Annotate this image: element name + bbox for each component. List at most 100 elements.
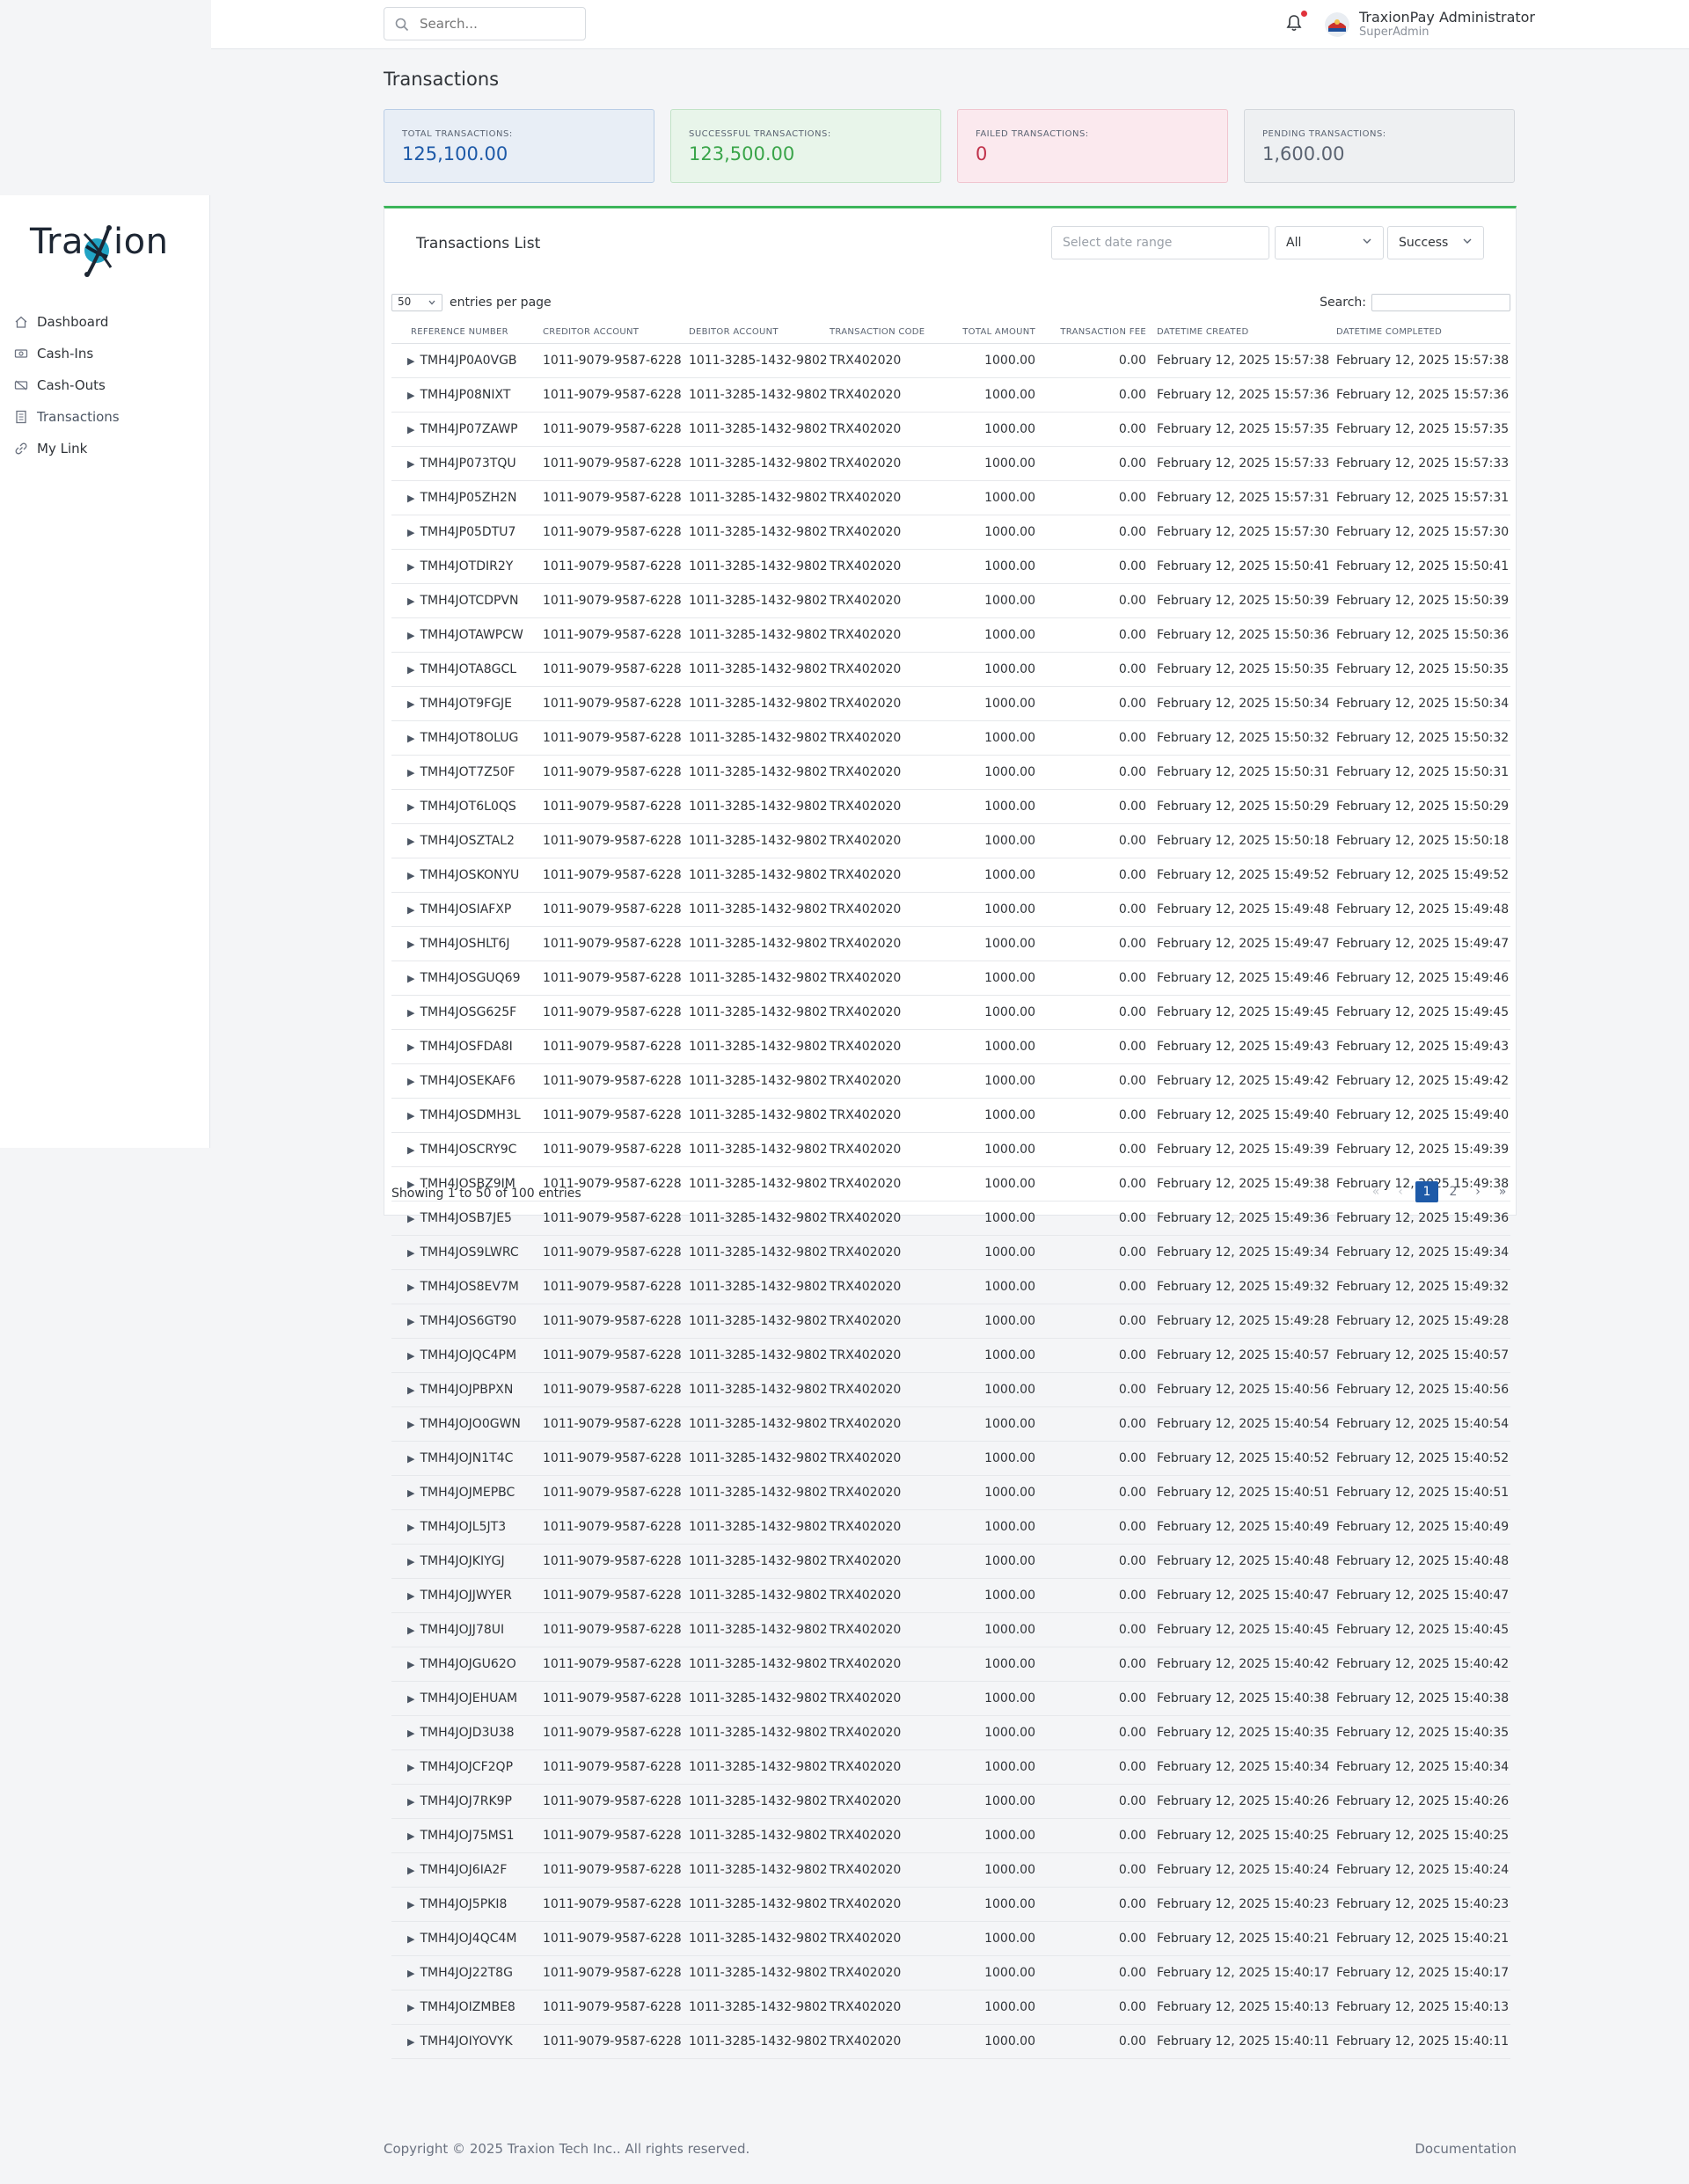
expand-row-icon[interactable]: ▶ xyxy=(407,1419,414,1430)
type-filter-select[interactable]: All xyxy=(1275,226,1384,259)
table-row[interactable]: ▶ TMH4JOJJWYER 1011-9079-9587-6228 1011-328… xyxy=(391,1578,1510,1613)
column-header[interactable]: CREDITOR ACCOUNT xyxy=(539,320,685,344)
table-row[interactable]: ▶ TMH4JOJ75MS1 1011-9079-9587-6228 1011-328… xyxy=(391,1818,1510,1853)
expand-row-icon[interactable]: ▶ xyxy=(407,1041,414,1053)
expand-row-icon[interactable]: ▶ xyxy=(407,698,414,710)
table-row[interactable]: ▶ TMH4JOT8OLUG 1011-9079-9587-6228 1011-328… xyxy=(391,720,1510,756)
expand-row-icon[interactable]: ▶ xyxy=(407,836,414,847)
table-row[interactable]: ▶ TMH4JOSFDA8I 1011-9079-9587-6228 1011-328… xyxy=(391,1029,1510,1064)
user-name[interactable]: TraxionPay Administrator xyxy=(1359,9,1535,26)
sidebar-item-my-link[interactable]: My Link xyxy=(14,438,87,459)
sidebar-item-transactions[interactable]: Transactions xyxy=(14,406,120,427)
table-row[interactable]: ▶ TMH4JOJJ78UI 1011-9079-9587-6228 1011-328… xyxy=(391,1612,1510,1647)
table-row[interactable]: ▶ TMH4JOJ5PKI8 1011-9079-9587-6228 1011-328… xyxy=(391,1887,1510,1922)
table-row[interactable]: ▶ TMH4JOS6GT90 1011-9079-9587-6228 1011-328… xyxy=(391,1304,1510,1339)
column-header[interactable]: DATETIME CREATED xyxy=(1153,320,1333,344)
table-row[interactable]: ▶ TMH4JOJO0GWN 1011-9079-9587-6228 1011-328… xyxy=(391,1406,1510,1442)
table-row[interactable]: ▶ TMH4JOIZMBE8 1011-9079-9587-6228 1011-328… xyxy=(391,1990,1510,2025)
expand-row-icon[interactable]: ▶ xyxy=(407,1693,414,1705)
expand-row-icon[interactable]: ▶ xyxy=(407,870,414,881)
expand-row-icon[interactable]: ▶ xyxy=(407,561,414,573)
expand-row-icon[interactable]: ▶ xyxy=(407,1282,414,1293)
column-header[interactable]: REFERENCE NUMBER xyxy=(391,320,539,344)
expand-row-icon[interactable]: ▶ xyxy=(407,733,414,744)
table-row[interactable]: ▶ TMH4JOT6L0QS 1011-9079-9587-6228 1011-328… xyxy=(391,789,1510,824)
expand-row-icon[interactable]: ▶ xyxy=(407,1213,414,1224)
table-row[interactable]: ▶ TMH4JOS9LWRC 1011-9079-9587-6228 1011-328… xyxy=(391,1235,1510,1270)
expand-row-icon[interactable]: ▶ xyxy=(407,1796,414,1808)
date-range-input[interactable]: Select date range xyxy=(1051,226,1269,259)
table-row[interactable]: ▶ TMH4JOJKIYGJ 1011-9079-9587-6228 1011-328… xyxy=(391,1544,1510,1579)
table-row[interactable]: ▶ TMH4JOSHLT6J 1011-9079-9587-6228 1011-328… xyxy=(391,926,1510,961)
documentation-link[interactable]: Documentation xyxy=(1415,2141,1517,2157)
page-button-1[interactable]: 1 xyxy=(1415,1181,1438,1202)
page-button-2[interactable]: 2 xyxy=(1444,1181,1463,1202)
table-row[interactable]: ▶ TMH4JOT7Z50F 1011-9079-9587-6228 1011-328… xyxy=(391,755,1510,790)
expand-row-icon[interactable]: ▶ xyxy=(407,1384,414,1396)
table-row[interactable]: ▶ TMH4JOSZTAL2 1011-9079-9587-6228 1011-328… xyxy=(391,823,1510,858)
table-row[interactable]: ▶ TMH4JOJCF2QP 1011-9079-9587-6228 1011-328… xyxy=(391,1749,1510,1785)
table-row[interactable]: ▶ TMH4JOTAWPCW 1011-9079-9587-6228 1011-328… xyxy=(391,617,1510,653)
table-row[interactable]: ▶ TMH4JOIYOVYK 1011-9079-9587-6228 1011-328… xyxy=(391,2024,1510,2059)
table-row[interactable]: ▶ TMH4JOSEKAF6 1011-9079-9587-6228 1011-328… xyxy=(391,1063,1510,1099)
table-row[interactable]: ▶ TMH4JOJ7RK9P 1011-9079-9587-6228 1011-328… xyxy=(391,1784,1510,1819)
prev-page-button[interactable]: ‹ xyxy=(1391,1181,1410,1202)
table-row[interactable]: ▶ TMH4JOJQC4PM 1011-9079-9587-6228 1011-328… xyxy=(391,1338,1510,1373)
expand-row-icon[interactable]: ▶ xyxy=(407,2036,414,2048)
last-page-button[interactable]: » xyxy=(1493,1181,1512,1202)
expand-row-icon[interactable]: ▶ xyxy=(407,1144,414,1156)
sidebar-item-cash-outs[interactable]: Cash-Outs xyxy=(14,375,106,396)
column-header[interactable]: TRANSACTION CODE xyxy=(826,320,947,344)
search-input[interactable] xyxy=(418,15,580,33)
sidebar-item-cash-ins[interactable]: Cash-Ins xyxy=(14,343,93,364)
table-row[interactable]: ▶ TMH4JOJGU62O 1011-9079-9587-6228 1011-328… xyxy=(391,1647,1510,1682)
entries-per-page-select[interactable]: 50 xyxy=(391,294,442,311)
expand-row-icon[interactable]: ▶ xyxy=(407,1522,414,1533)
next-page-button[interactable]: › xyxy=(1468,1181,1488,1202)
expand-row-icon[interactable]: ▶ xyxy=(407,1316,414,1327)
table-row[interactable]: ▶ TMH4JOSIAFXP 1011-9079-9587-6228 1011-328… xyxy=(391,892,1510,927)
expand-row-icon[interactable]: ▶ xyxy=(407,1727,414,1739)
column-header[interactable]: TRANSACTION FEE xyxy=(1042,320,1153,344)
expand-row-icon[interactable]: ▶ xyxy=(407,664,414,676)
table-row[interactable]: ▶ TMH4JOT9FGJE 1011-9079-9587-6228 1011-328… xyxy=(391,686,1510,721)
table-row[interactable]: ▶ TMH4JP05ZH2N 1011-9079-9587-6228 1011-328… xyxy=(391,480,1510,515)
table-row[interactable]: ▶ TMH4JOJMEPBC 1011-9079-9587-6228 1011-328… xyxy=(391,1475,1510,1510)
expand-row-icon[interactable]: ▶ xyxy=(407,1968,414,1979)
table-row[interactable]: ▶ TMH4JOJD3U38 1011-9079-9587-6228 1011-328… xyxy=(391,1715,1510,1750)
table-search-input[interactable] xyxy=(1371,294,1510,311)
expand-row-icon[interactable]: ▶ xyxy=(407,424,414,435)
table-row[interactable]: ▶ TMH4JOJN1T4C 1011-9079-9587-6228 1011-328… xyxy=(391,1441,1510,1476)
expand-row-icon[interactable]: ▶ xyxy=(407,595,414,607)
expand-row-icon[interactable]: ▶ xyxy=(407,630,414,641)
expand-row-icon[interactable]: ▶ xyxy=(407,1453,414,1465)
expand-row-icon[interactable]: ▶ xyxy=(407,1556,414,1567)
table-row[interactable]: ▶ TMH4JOS8EV7M 1011-9079-9587-6228 1011-328… xyxy=(391,1269,1510,1304)
column-header[interactable]: TOTAL AMOUNT xyxy=(947,320,1042,344)
table-row[interactable]: ▶ TMH4JP05DTU7 1011-9079-9587-6228 1011-328… xyxy=(391,515,1510,550)
global-search[interactable] xyxy=(384,7,586,40)
expand-row-icon[interactable]: ▶ xyxy=(407,939,414,950)
table-row[interactable]: ▶ TMH4JOJ6IA2F 1011-9079-9587-6228 1011-328… xyxy=(391,1852,1510,1888)
column-header[interactable]: DATETIME COMPLETED xyxy=(1333,320,1510,344)
expand-row-icon[interactable]: ▶ xyxy=(407,1590,414,1602)
expand-row-icon[interactable]: ▶ xyxy=(407,904,414,916)
expand-row-icon[interactable]: ▶ xyxy=(407,355,414,367)
expand-row-icon[interactable]: ▶ xyxy=(407,1110,414,1121)
expand-row-icon[interactable]: ▶ xyxy=(407,1247,414,1259)
table-row[interactable]: ▶ TMH4JP08NIXT 1011-9079-9587-6228 1011-328… xyxy=(391,377,1510,413)
expand-row-icon[interactable]: ▶ xyxy=(407,1007,414,1019)
expand-row-icon[interactable]: ▶ xyxy=(407,458,414,470)
expand-row-icon[interactable]: ▶ xyxy=(407,1899,414,1910)
expand-row-icon[interactable]: ▶ xyxy=(407,1076,414,1087)
status-filter-select[interactable]: Success xyxy=(1387,226,1484,259)
expand-row-icon[interactable]: ▶ xyxy=(407,1487,414,1499)
expand-row-icon[interactable]: ▶ xyxy=(407,1625,414,1636)
expand-row-icon[interactable]: ▶ xyxy=(407,1659,414,1670)
table-row[interactable]: ▶ TMH4JOTCDPVN 1011-9079-9587-6228 1011-328… xyxy=(391,583,1510,618)
expand-row-icon[interactable]: ▶ xyxy=(407,493,414,504)
table-row[interactable]: ▶ TMH4JOTA8GCL 1011-9079-9587-6228 1011-328… xyxy=(391,652,1510,687)
first-page-button[interactable]: « xyxy=(1366,1181,1386,1202)
table-row[interactable]: ▶ TMH4JOSKONYU 1011-9079-9587-6228 1011-328… xyxy=(391,858,1510,893)
expand-row-icon[interactable]: ▶ xyxy=(407,1350,414,1362)
